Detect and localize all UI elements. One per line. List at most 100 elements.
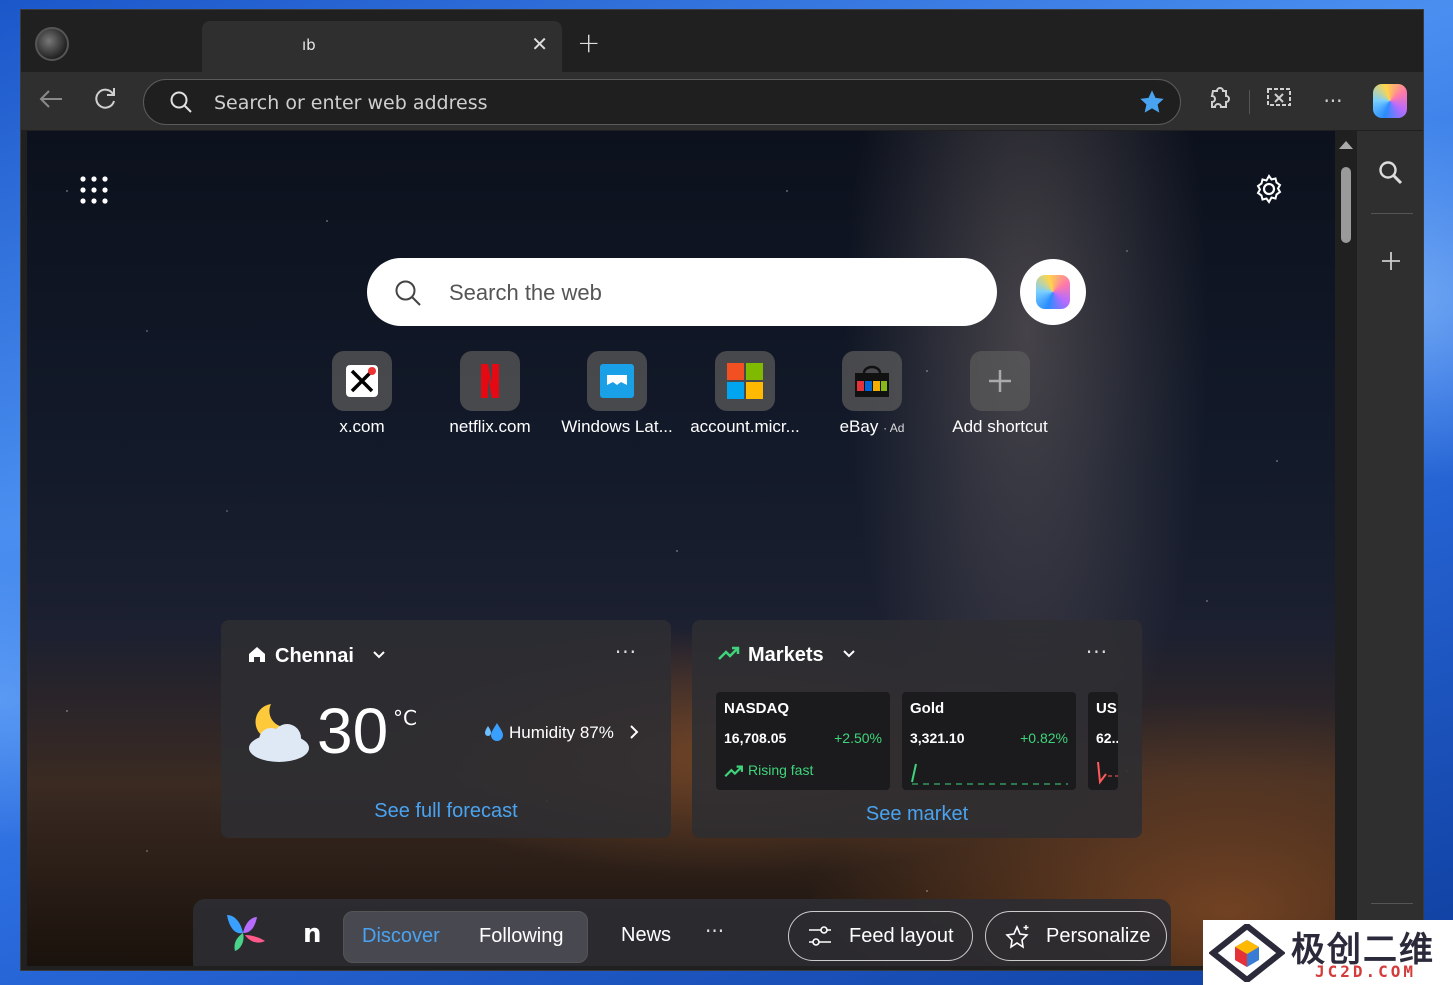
feed-more-button[interactable]: ··· <box>705 919 724 943</box>
stock-name: US <box>1096 700 1117 717</box>
watermark-domain: JC2D.COM <box>1315 962 1417 981</box>
shortcut-label: eBay · Ad <box>808 417 936 437</box>
trend-up-icon <box>718 646 740 660</box>
feed-layout-label: Feed layout <box>849 925 954 947</box>
water-drop-icon <box>485 723 503 741</box>
search-icon <box>170 91 192 113</box>
new-tab-page: x.com netflix.com Windows Lat... account… <box>27 131 1335 966</box>
scroll-up-arrow-icon[interactable] <box>1339 141 1353 149</box>
web-search-box[interactable] <box>367 258 997 326</box>
favorite-star-icon[interactable] <box>1138 88 1166 116</box>
humidity-info[interactable]: Humidity 87% <box>483 720 641 743</box>
shortcut-netflix[interactable]: netflix.com <box>426 351 554 437</box>
browser-window: ıb ✕ + ··· <box>20 9 1424 971</box>
weather-location[interactable]: Chennai <box>247 644 387 668</box>
add-sidebar-app-icon[interactable] <box>1379 249 1403 273</box>
refresh-icon <box>95 88 115 109</box>
see-full-forecast-link[interactable]: See full forecast <box>221 800 671 823</box>
shortcut-x[interactable]: x.com <box>298 351 426 437</box>
stock-name: NASDAQ <box>724 700 790 717</box>
stock-name: Gold <box>910 700 945 717</box>
weather-more-button[interactable]: ··· <box>615 640 637 664</box>
feed-partial-label: n <box>303 919 322 949</box>
tab-news[interactable]: News <box>621 924 671 947</box>
stock-value: 16,708.05 <box>724 730 787 746</box>
shortcut-microsoft-account[interactable]: account.micr... <box>681 351 809 437</box>
weather-city: Chennai <box>275 645 354 667</box>
windows-latest-icon <box>587 351 647 411</box>
starry-background <box>27 131 1335 966</box>
feed-layout-button[interactable]: Feed layout <box>788 911 973 961</box>
chevron-down-icon <box>843 650 855 658</box>
sidebar-divider <box>1371 213 1413 214</box>
shortcut-windows-latest[interactable]: Windows Lat... <box>553 351 681 437</box>
shortcut-label: Windows Lat... <box>561 417 673 436</box>
stock-change: +2.50% <box>834 730 882 746</box>
plus-icon <box>970 351 1030 411</box>
extensions-button[interactable] <box>1201 84 1237 120</box>
ebay-label: eBay <box>839 417 879 436</box>
stock-change: +0.82% <box>1020 730 1068 746</box>
stock-value: 3,321.10 <box>910 730 965 746</box>
copilot-search-button[interactable] <box>1020 259 1086 325</box>
scroll-thumb[interactable] <box>1341 167 1351 243</box>
stock-tile-us[interactable]: US 62.. <box>1088 692 1118 790</box>
sliders-icon <box>809 926 831 946</box>
stock-tile-gold[interactable]: Gold 3,321.10 +0.82% <box>902 692 1076 790</box>
personalize-button[interactable]: Personalize <box>985 911 1167 961</box>
markets-more-button[interactable]: ··· <box>1086 640 1108 664</box>
shortcut-add[interactable]: Add shortcut <box>936 351 1064 437</box>
screenshot-button[interactable] <box>1261 84 1297 120</box>
msn-butterfly-icon <box>227 915 265 951</box>
copilot-icon[interactable] <box>1373 84 1407 118</box>
feed-tabs: Discover Following <box>343 911 588 963</box>
address-bar[interactable] <box>143 79 1181 125</box>
see-market-link[interactable]: See market <box>692 803 1142 826</box>
sparkline-chart <box>1097 761 1118 785</box>
shortcut-label: x.com <box>339 417 385 436</box>
copilot-icon <box>1036 275 1070 309</box>
address-input[interactable] <box>214 90 1114 116</box>
shortcut-ebay[interactable]: eBay · Ad <box>808 351 936 437</box>
profile-avatar[interactable] <box>35 27 69 61</box>
stock-value: 62.. <box>1096 730 1118 746</box>
stock-tile-nasdaq[interactable]: NASDAQ 16,708.05 +2.50% Rising fast <box>716 692 890 790</box>
ebay-bag-icon <box>842 351 902 411</box>
personalize-label: Personalize <box>1046 925 1151 947</box>
toolbar-separator <box>1249 90 1250 114</box>
tab-discover[interactable]: Discover <box>362 925 440 948</box>
site-watermark: 极创二维 JC2D.COM <box>1203 920 1453 985</box>
stock-trend: Rising fast <box>748 762 814 778</box>
search-icon <box>395 280 421 306</box>
screenshot-icon <box>1267 88 1291 106</box>
back-button[interactable] <box>33 84 69 120</box>
new-tab-button[interactable]: + <box>577 26 600 59</box>
web-search-input[interactable] <box>449 278 969 308</box>
home-icon <box>249 647 265 662</box>
chevron-down-icon <box>373 651 386 659</box>
star-sparkle-icon <box>1005 924 1029 949</box>
shortcuts-row: x.com netflix.com Windows Lat... account… <box>27 351 1335 441</box>
more-menu-button[interactable]: ··· <box>1315 84 1351 120</box>
markets-title: Markets <box>748 644 824 666</box>
markets-header[interactable]: Markets <box>718 644 857 667</box>
close-tab-icon[interactable]: ✕ <box>531 32 548 56</box>
page-scrollbar[interactable] <box>1335 131 1357 966</box>
refresh-button[interactable] <box>87 84 123 120</box>
shortcut-label: Add shortcut <box>952 417 1048 436</box>
toolbar: ··· <box>21 72 1423 130</box>
humidity-label: Humidity 87% <box>509 723 614 742</box>
shortcut-label: netflix.com <box>449 417 531 436</box>
tab-bar: ıb ✕ + <box>21 10 1423 72</box>
search-icon[interactable] <box>1377 159 1405 187</box>
puzzle-icon <box>1210 87 1230 108</box>
active-tab[interactable]: ıb ✕ <box>202 21 562 72</box>
gear-icon[interactable] <box>1253 173 1285 205</box>
sidebar-divider <box>1371 903 1413 904</box>
sparkline-chart <box>911 763 1068 785</box>
apps-grid-icon[interactable] <box>79 175 109 205</box>
weather-card[interactable]: Chennai ··· 30 °C Humidity 87% See full … <box>221 620 671 838</box>
tab-following[interactable]: Following <box>479 925 563 948</box>
netflix-logo-icon <box>460 351 520 411</box>
markets-card[interactable]: Markets ··· NASDAQ 16,708.05 +2.50% Risi… <box>692 620 1142 838</box>
